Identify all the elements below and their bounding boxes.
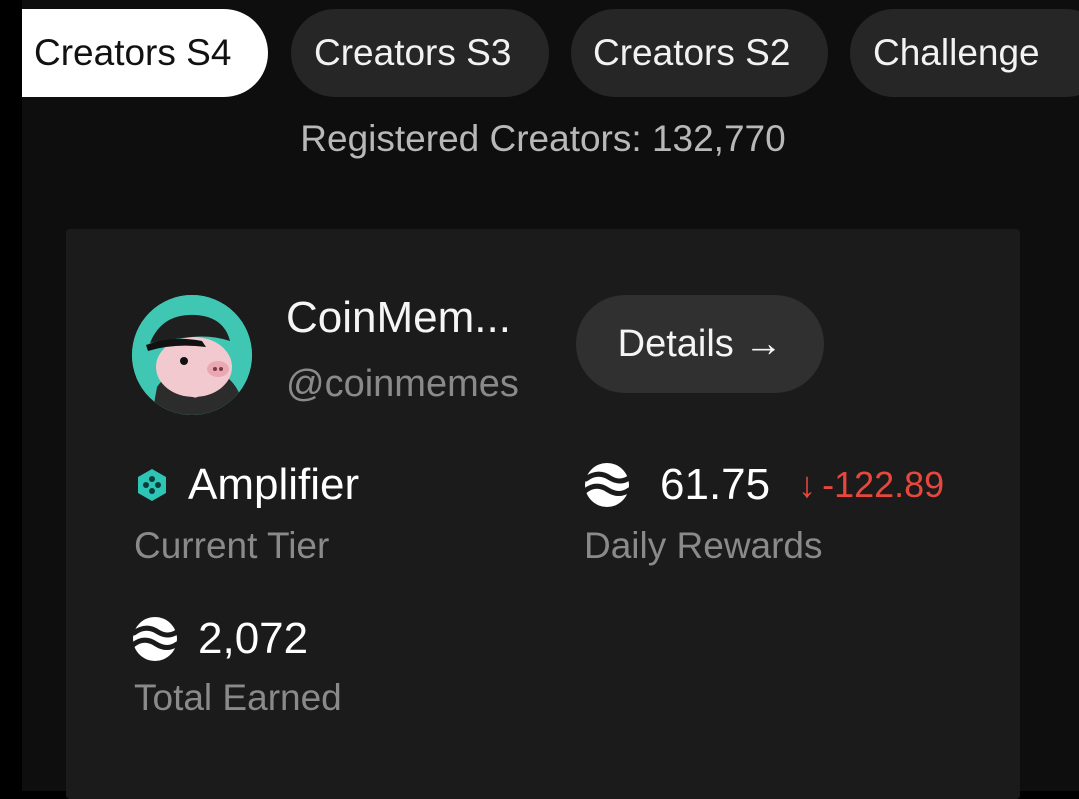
tab-creators-s4[interactable]: Creators S4: [22, 9, 268, 97]
season-tabs: Creators S4 Creators S3 Creators S2 Chal…: [22, 9, 1079, 97]
current-tier-value-row: Amplifier: [134, 459, 359, 511]
current-tier-label: Current Tier: [134, 525, 330, 566]
creator-name: CoinMem...: [286, 293, 511, 342]
total-earned-value: 2,072: [198, 614, 309, 663]
daily-rewards-change-value: -122.89: [822, 464, 945, 505]
daily-rewards-value-row: 61.75 ↓ -122.89: [584, 459, 944, 511]
tab-challenge[interactable]: Challenge: [850, 9, 1079, 97]
tab-creators-s2[interactable]: Creators S2: [571, 9, 828, 97]
daily-rewards-value: 61.75: [660, 460, 771, 509]
tier-hexagon-icon: [138, 469, 166, 501]
total-earned-label: Total Earned: [134, 677, 342, 718]
pig-avatar-icon: [132, 295, 252, 415]
creator-handle: @coinmemes: [286, 363, 519, 405]
tab-creators-s3[interactable]: Creators S3: [291, 9, 549, 97]
avatar[interactable]: [132, 295, 252, 415]
daily-rewards-label: Daily Rewards: [584, 525, 823, 566]
daily-rewards-change: ↓ -122.89: [798, 459, 944, 511]
token-icon: [584, 463, 630, 507]
registered-creators-count: Registered Creators: 132,770: [300, 118, 786, 159]
screen: Creators S4 Creators S3 Creators S2 Chal…: [22, 0, 1079, 799]
token-icon: [132, 617, 178, 661]
details-button[interactable]: Details →: [576, 295, 824, 393]
down-arrow-icon: ↓: [798, 464, 817, 505]
creator-card: CoinMem... @coinmemes Details → Amplifie…: [66, 229, 1020, 799]
current-tier-value: Amplifier: [188, 460, 360, 509]
total-earned-value-row: 2,072: [132, 613, 308, 665]
